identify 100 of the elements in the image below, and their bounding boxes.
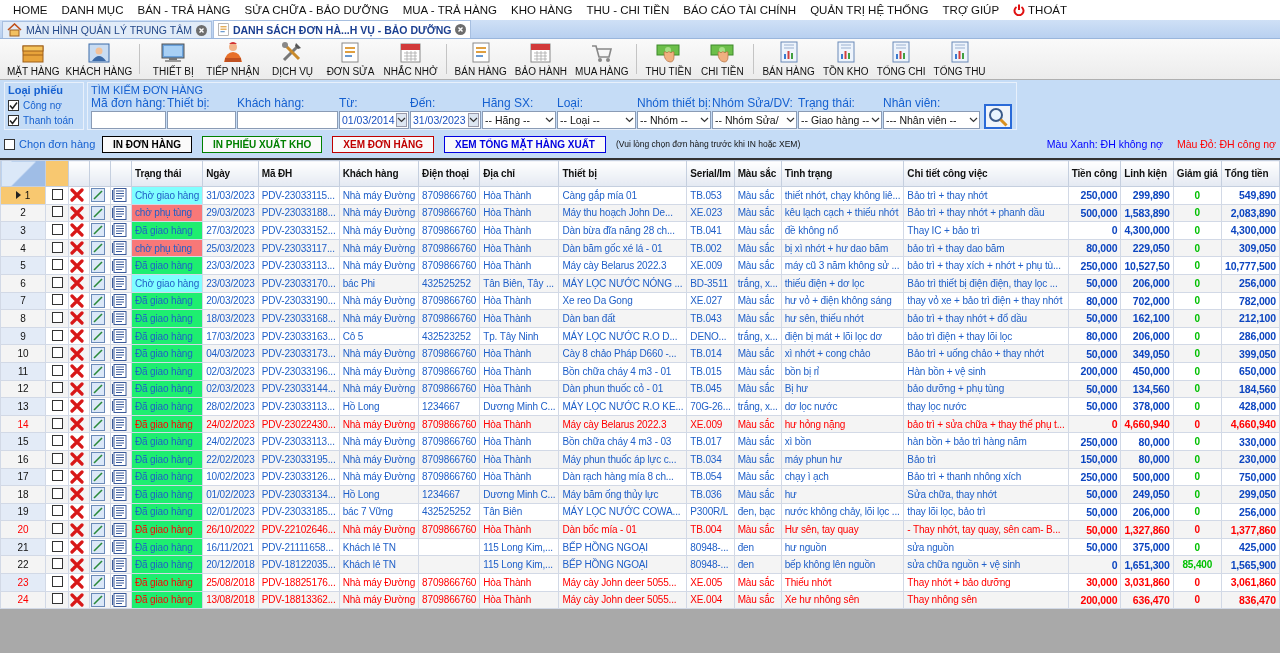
table-row[interactable]: 10 Đã giao hàng 04/03/2023 PDV-23033173... Nhà máy Đường 8709866760 Hòa Thành Cày 8 chảo Pháp D660 -... TB.014 Màu sắc xì nhớt + cong chảo Bảo trì + uống chảo + thay nhớt 50,000 349,050 0 399,050 xyxy=(0,344,1280,363)
delete-icon[interactable] xyxy=(70,592,84,607)
column-header[interactable]: Linh kiện xyxy=(1120,160,1174,187)
dropdown[interactable]: -- Nhóm Sửa/ xyxy=(712,111,797,129)
delete-icon[interactable] xyxy=(70,381,84,396)
row-checkbox[interactable] xyxy=(51,294,63,306)
menu-item[interactable]: BÁO CÁO TÀI CHÍNH xyxy=(676,0,804,20)
edit-icon[interactable] xyxy=(91,329,105,344)
delete-icon[interactable] xyxy=(70,399,84,414)
row-checkbox[interactable] xyxy=(51,593,63,605)
checkbox[interactable] xyxy=(4,138,15,150)
table-row[interactable]: 4 chờ phụ tùng 25/03/2023 PDV-23033117... Nhà máy Đường 8709866760 Hòa Thành Dàn băm gốc xé lá - 01 TB.002 Màu sắc bị xì nhớt + hư dao băm bảo trì + thay dao băm 80,000 229,050 0 309,050 xyxy=(0,239,1280,257)
delete-icon[interactable] xyxy=(70,434,84,449)
document-icon[interactable] xyxy=(112,522,128,537)
table-row[interactable] xyxy=(0,274,1280,293)
document-icon[interactable] xyxy=(112,557,128,572)
row-checkbox[interactable] xyxy=(51,224,63,235)
document-icon[interactable] xyxy=(112,293,128,308)
edit-icon[interactable] xyxy=(91,557,105,572)
menu-item[interactable]: QUẢN TRỊ HỆ THỐNG xyxy=(803,0,936,20)
row-checkbox[interactable] xyxy=(51,364,63,376)
document-icon[interactable] xyxy=(112,258,128,273)
edit-icon[interactable] xyxy=(91,205,105,220)
edit-icon[interactable] xyxy=(91,293,105,308)
table-row[interactable]: 21 Đã giao hàng 16/11/2021 PDV-21111658... Khách lẻ TN 115 Long Kim,... BẾP HỒNG NGOẠI 80948-... đen hư nguồn sửa nguồn 50,000 375,000 0 425,000 xyxy=(0,538,1280,556)
tab[interactable]: MÀN HÌNH QUẢN LÝ TRUNG TÂM xyxy=(2,21,212,38)
edit-icon[interactable] xyxy=(91,241,105,256)
delete-icon[interactable] xyxy=(70,575,84,590)
checkbox[interactable] xyxy=(8,100,19,111)
toolbar-button[interactable]: TIẾP NHẬN xyxy=(202,41,264,77)
toolbar-button[interactable]: ĐƠN SỬA xyxy=(321,41,380,77)
row-checkbox[interactable] xyxy=(51,399,63,411)
edit-icon[interactable] xyxy=(91,592,105,607)
dropdown[interactable]: -- Nhóm -- xyxy=(637,111,711,129)
delete-icon[interactable] xyxy=(70,258,84,273)
row-checkbox[interactable] xyxy=(51,575,63,587)
toolbar-button[interactable]: BÁN HÀNG xyxy=(450,41,511,77)
date-field[interactable]: 31/03/2023 xyxy=(410,111,481,129)
input-field[interactable] xyxy=(167,111,236,129)
column-header[interactable]: Trạng thái xyxy=(131,160,203,187)
column-header[interactable]: Tổng tiền xyxy=(1221,160,1280,187)
row-checkbox[interactable] xyxy=(51,558,63,570)
toolbar-button[interactable]: BÁN HÀNG xyxy=(758,41,819,77)
toolbar-button[interactable]: DỊCH VỤ xyxy=(263,41,322,77)
row-checkbox[interactable] xyxy=(51,505,63,517)
menu-item[interactable]: DANH MỤC xyxy=(54,0,131,20)
document-icon[interactable] xyxy=(112,399,128,414)
table-row[interactable]: 19 Đã giao hàng 02/01/2023 PDV-23033185... bác 7 Vững 432525252 Tân Biên MÁY LỌC NƯỚC COWA... P300R/L đen, bạc nước không chảy, lõi lọc ... thay lõi lọc, bảo trì 50,000 206,000 0 256,000 xyxy=(0,503,1280,521)
delete-icon[interactable] xyxy=(70,557,84,572)
document-icon[interactable] xyxy=(112,311,128,326)
document-icon[interactable] xyxy=(112,276,128,291)
column-header[interactable]: Điện thoại xyxy=(418,160,480,187)
tab[interactable]: DANH SÁCH ĐƠN HÀ...H VỤ - BẢO DƯỠNG xyxy=(212,20,472,38)
row-checkbox[interactable] xyxy=(51,259,63,271)
menu-item[interactable]: MUA - TRẢ HÀNG xyxy=(395,0,505,20)
edit-icon[interactable] xyxy=(91,434,105,449)
menu-item[interactable]: SỬA CHỮA - BẢO DƯỠNG xyxy=(237,0,396,20)
row-checkbox[interactable] xyxy=(51,470,63,482)
delete-icon[interactable] xyxy=(70,522,84,537)
document-icon[interactable] xyxy=(112,540,128,555)
row-checkbox[interactable] xyxy=(51,452,63,464)
column-header[interactable]: Thiết bị xyxy=(558,160,687,187)
delete-icon[interactable] xyxy=(70,205,84,220)
delete-icon[interactable] xyxy=(70,329,84,344)
table-row[interactable]: 18 Đã giao hàng 01/02/2023 PDV-23033134... Hồ Long 1234667 Dương Minh C... Máy băm ống thủy lực TB.036 Màu sắc hư Sửa chữa, thay nhớt 50,000 249,050 0 299,050 xyxy=(0,485,1280,504)
table-row[interactable]: 13 Đã giao hàng 28/02/2023 PDV-23033113... Hồ Long 1234667 Dương Minh C... MÁY LỌC NƯỚC R.O KE... 70G-26... trắng, x... dơ lọc nước thay lọc nước 50,000 378,000 0 428,000 xyxy=(0,397,1280,416)
edit-icon[interactable] xyxy=(91,381,105,396)
document-icon[interactable] xyxy=(112,223,128,238)
toolbar-button[interactable]: TỒN KHO xyxy=(818,41,873,77)
delete-icon[interactable] xyxy=(70,241,84,256)
table-row[interactable]: 12 Đã giao hàng 02/03/2023 PDV-23033144... Nhà máy Đường 8709866760 Hòa Thành Dàn phun thuốc cỏ - 01 TB.045 Màu sắc Bị hư bảo dưỡng + phụ tùng 50,000 134,560 0 184,560 xyxy=(0,380,1280,398)
action-button[interactable]: XEM ĐƠN HÀNG xyxy=(332,135,434,153)
table-row[interactable]: 14 Đã giao hàng 24/02/2023 PDV-23022430... Nhà máy Đường 8709866760 Hòa Thành Máy cày Belarus 2022.3 XE.009 Màu sắc hư hỏng nặng bảo trì + sửa chữa + thay thế phụ t... 0 4,660,940 0 4,660,940 xyxy=(0,415,1280,433)
action-button[interactable]: XEM TỔNG MẶT HÀNG XUẤT xyxy=(444,135,606,153)
document-icon[interactable] xyxy=(112,241,128,256)
document-icon[interactable] xyxy=(112,346,128,361)
column-header[interactable]: Serial/Im xyxy=(686,160,735,187)
delete-icon[interactable] xyxy=(70,540,84,555)
table-row[interactable]: 22 Đã giao hàng 20/12/2018 PDV-18122035... Khách lẻ TN 115 Long Kim,... BẾP HỒNG NGOẠI 80948-... đen bếp không lên nguồn sửa chữa nguồn + vệ sinh 0 1,651,300 85,400 1,565,900 xyxy=(0,555,1280,574)
menu-item[interactable]: TRỢ GIÚP xyxy=(935,0,1007,20)
row-checkbox[interactable] xyxy=(51,329,63,341)
toolbar-button[interactable]: TỔNG CHI xyxy=(872,41,930,77)
table-row[interactable]: 3 Đã giao hàng 27/03/2023 PDV-23033152... Nhà máy Đường 8709866760 Hòa Thành Dàn bừa đĩa năng 28 ch... TB.041 Màu sắc đề không nổ Thay IC + bảo trì 0 4,300,000 0 4,300,000 xyxy=(0,221,1280,240)
input-field[interactable] xyxy=(91,111,166,129)
row-checkbox[interactable] xyxy=(51,276,63,288)
toolbar-button[interactable]: BẢO HÀNH xyxy=(510,41,572,77)
edit-icon[interactable] xyxy=(91,452,105,467)
delete-icon[interactable] xyxy=(70,311,84,326)
date-field[interactable]: 01/03/2014 xyxy=(339,111,409,129)
table-row[interactable]: 7 Đã giao hàng 20/03/2023 PDV-23033190... Nhà máy Đường 8709866760 Hòa Thành Xe reo Da Gong XE.027 Màu sắc hư vỏ + điện không sáng thay vỏ xe + bảo trì điện + thay nhớt 80,000 702,000 0 782,000 xyxy=(0,292,1280,310)
table-row[interactable]: 20 Đã giao hàng 26/10/2022 PDV-22102646... Nhà máy Đường 8709866760 Hòa Thành Dàn bốc mía - 01 TB.004 Màu sắc Hư sên, tay quay - Thay nhớt, tay quay, sên cam- B... 50,000 1,327,860 0 1,377,860 xyxy=(0,520,1280,539)
document-icon[interactable] xyxy=(112,188,128,203)
column-header[interactable]: Mã ĐH xyxy=(258,160,340,187)
column-header[interactable]: Giảm giá xyxy=(1173,160,1222,187)
toolbar-button[interactable]: THIẾT BỊ xyxy=(144,41,203,77)
table-row[interactable]: 9 Đã giao hàng 17/03/2023 PDV-23033163... Cô 5 432523252 Tp. Tây Ninh MÁY LỌC NƯỚC R.O D... DENO... trắng, x... điện bị mát + lõi lọc dơ bảo trì điện + thay lõi lọc 80,000 206,000 0 286,000 xyxy=(0,327,1280,345)
document-icon[interactable] xyxy=(112,452,128,467)
menu-item[interactable]: THOÁT xyxy=(1006,0,1075,20)
column-header[interactable]: Tiền công xyxy=(1068,160,1121,187)
row-checkbox[interactable] xyxy=(51,206,63,218)
